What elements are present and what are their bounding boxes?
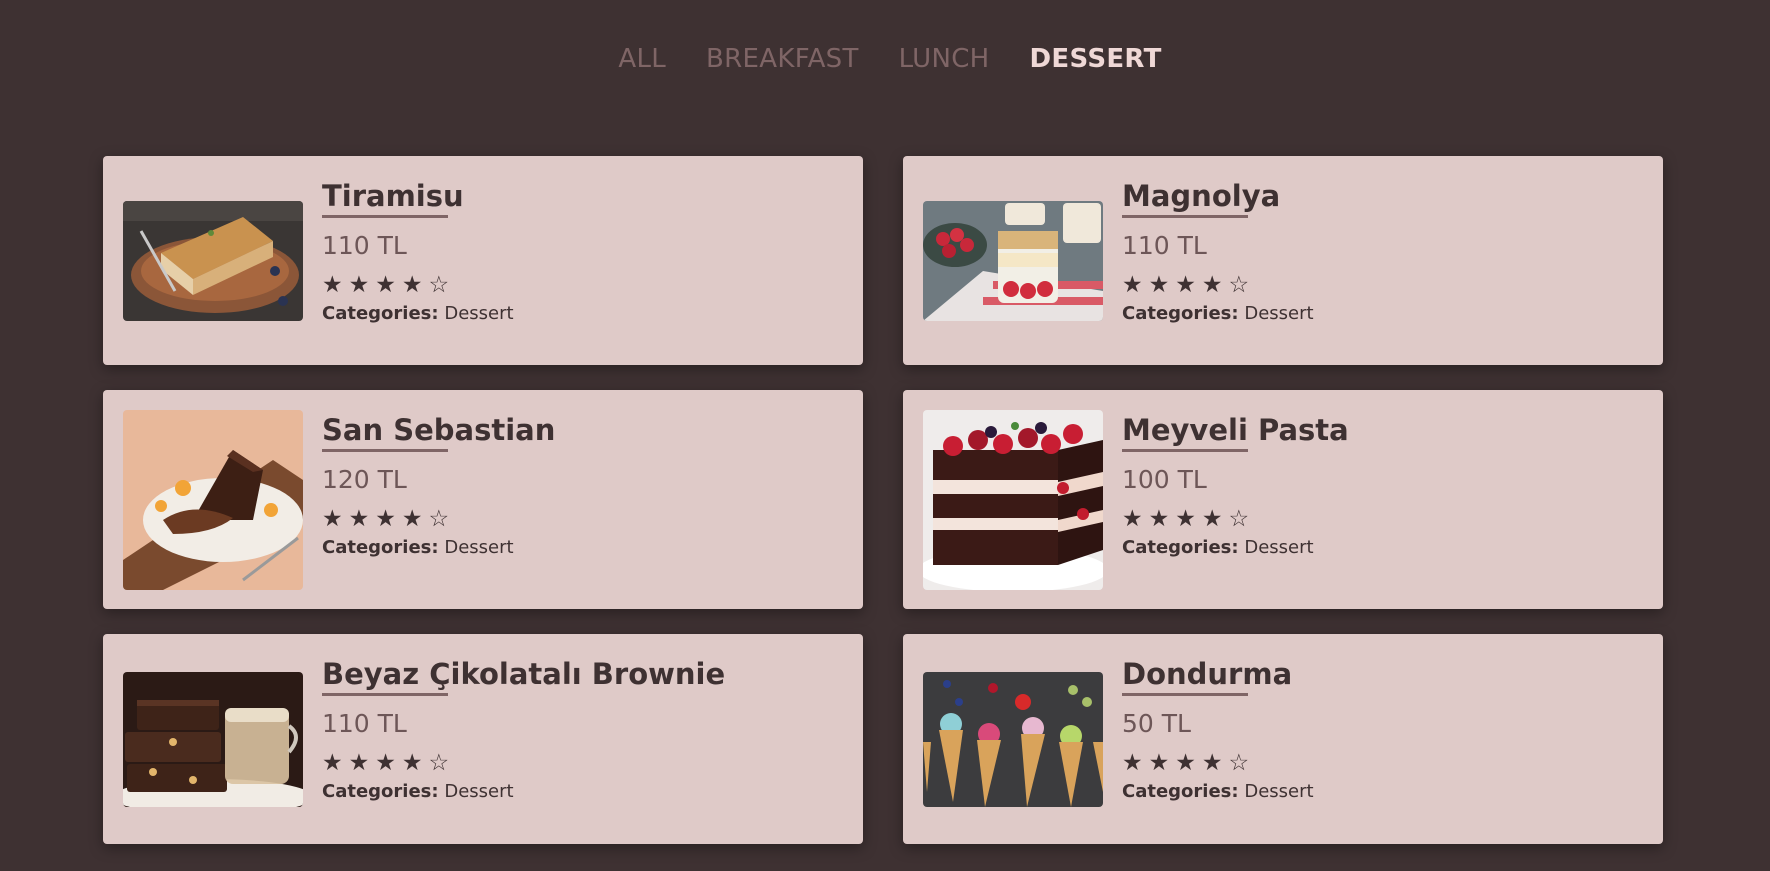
filter-breakfast-button[interactable]: BREAKFAST [706, 44, 859, 74]
brownie-image [123, 672, 303, 807]
rating-stars: ★★★★☆ [322, 271, 843, 299]
menu-item-info: Tiramisu 110 TL ★★★★☆ Categories: Desser… [322, 178, 843, 326]
menu-item-card: Magnolya 110 TL ★★★★☆ Categories: Desser… [903, 156, 1663, 365]
star-filled-icon: ★ [1122, 506, 1149, 532]
menu-item-categories: Categories: Dessert [1122, 536, 1643, 560]
categories-label: Categories: [322, 303, 439, 324]
category-value: Dessert [1244, 303, 1314, 324]
rating-stars: ★★★★☆ [1122, 271, 1643, 299]
menu-item-info: Magnolya 110 TL ★★★★☆ Categories: Desser… [1122, 178, 1643, 326]
star-filled-icon: ★ [401, 506, 429, 532]
star-filled-icon: ★ [348, 506, 376, 532]
menu-item-title: Magnolya [1122, 179, 1281, 213]
star-filled-icon: ★ [1175, 272, 1202, 298]
menu-item-price: 50 TL [1122, 709, 1191, 738]
star-filled-icon: ★ [1122, 272, 1149, 298]
category-value: Dessert [444, 303, 514, 324]
star-filled-icon: ★ [375, 750, 402, 776]
category-value: Dessert [444, 781, 514, 802]
category-value: Dessert [444, 537, 514, 558]
menu-item-info: San Sebastian 120 TL ★★★★☆ Categories: D… [322, 412, 843, 560]
menu-item-title: San Sebastian [322, 413, 556, 447]
menu-item-categories: Categories: Dessert [322, 302, 843, 326]
categories-label: Categories: [322, 537, 439, 558]
menu-item-categories: Categories: Dessert [1122, 302, 1643, 326]
star-filled-icon: ★ [1175, 506, 1202, 532]
menu-item-price: 120 TL [322, 465, 407, 494]
star-empty-icon: ☆ [428, 506, 456, 532]
menu-item-categories: Categories: Dessert [322, 536, 843, 560]
star-filled-icon: ★ [1122, 750, 1149, 776]
star-empty-icon: ☆ [1228, 506, 1256, 532]
menu-item-price: 110 TL [1122, 231, 1207, 260]
menu-item-title: Meyveli Pasta [1122, 413, 1349, 447]
menu-item-card: San Sebastian 120 TL ★★★★☆ Categories: D… [103, 390, 863, 609]
menu-item-title: Tiramisu [322, 179, 464, 213]
rating-stars: ★★★★☆ [322, 749, 843, 777]
categories-label: Categories: [1122, 781, 1239, 802]
menu-item-title: Beyaz Çikolatalı Brownie [322, 657, 726, 691]
star-filled-icon: ★ [1201, 506, 1229, 532]
rating-stars: ★★★★☆ [322, 505, 843, 533]
menu-item-price: 100 TL [1122, 465, 1207, 494]
rating-stars: ★★★★☆ [1122, 505, 1643, 533]
star-filled-icon: ★ [322, 272, 349, 298]
tiramisu-image [123, 201, 303, 321]
title-underline [322, 215, 448, 218]
menu-item-card: Beyaz Çikolatalı Brownie 110 TL ★★★★☆ Ca… [103, 634, 863, 844]
star-filled-icon: ★ [375, 506, 402, 532]
star-filled-icon: ★ [348, 272, 376, 298]
menu-item-info: Beyaz Çikolatalı Brownie 110 TL ★★★★☆ Ca… [322, 656, 843, 804]
menu-item-info: Meyveli Pasta 100 TL ★★★★☆ Categories: D… [1122, 412, 1643, 560]
categories-label: Categories: [1122, 303, 1239, 324]
menu-item-info: Dondurma 50 TL ★★★★☆ Categories: Dessert [1122, 656, 1643, 804]
star-filled-icon: ★ [375, 272, 402, 298]
rating-stars: ★★★★☆ [1122, 749, 1643, 777]
star-filled-icon: ★ [1175, 750, 1202, 776]
menu-item-title: Dondurma [1122, 657, 1293, 691]
star-filled-icon: ★ [322, 506, 349, 532]
menu-item-card: Meyveli Pasta 100 TL ★★★★☆ Categories: D… [903, 390, 1663, 609]
star-filled-icon: ★ [1148, 750, 1176, 776]
star-filled-icon: ★ [1201, 750, 1229, 776]
star-filled-icon: ★ [348, 750, 376, 776]
star-filled-icon: ★ [322, 750, 349, 776]
menu-item-card: Dondurma 50 TL ★★★★☆ Categories: Dessert [903, 634, 1663, 844]
menu-item-categories: Categories: Dessert [322, 780, 843, 804]
category-value: Dessert [1244, 781, 1314, 802]
title-underline [1122, 449, 1248, 452]
filter-all-button[interactable]: ALL [618, 44, 666, 74]
category-value: Dessert [1244, 537, 1314, 558]
star-filled-icon: ★ [1148, 272, 1176, 298]
star-filled-icon: ★ [1201, 272, 1229, 298]
dondurma-image [923, 672, 1103, 807]
san-sebastian-image [123, 410, 303, 590]
menu-item-price: 110 TL [322, 709, 407, 738]
categories-label: Categories: [1122, 537, 1239, 558]
star-empty-icon: ☆ [1228, 750, 1256, 776]
menu-item-categories: Categories: Dessert [1122, 780, 1643, 804]
menu-item-price: 110 TL [322, 231, 407, 260]
star-empty-icon: ☆ [428, 272, 456, 298]
title-underline [322, 693, 448, 696]
menu-item-card: Tiramisu 110 TL ★★★★☆ Categories: Desser… [103, 156, 863, 365]
star-filled-icon: ★ [401, 750, 429, 776]
star-filled-icon: ★ [1148, 506, 1176, 532]
title-underline [1122, 215, 1248, 218]
title-underline [322, 449, 448, 452]
categories-label: Categories: [322, 781, 439, 802]
magnolya-image [923, 201, 1103, 321]
filter-dessert-button[interactable]: DESSERT [1030, 44, 1162, 74]
category-filter-bar: ALL BREAKFAST LUNCH DESSERT [0, 44, 1770, 74]
star-empty-icon: ☆ [1228, 272, 1256, 298]
filter-lunch-button[interactable]: LUNCH [899, 44, 990, 74]
star-filled-icon: ★ [401, 272, 429, 298]
title-underline [1122, 693, 1248, 696]
star-empty-icon: ☆ [428, 750, 456, 776]
meyveli-pasta-image [923, 410, 1103, 590]
